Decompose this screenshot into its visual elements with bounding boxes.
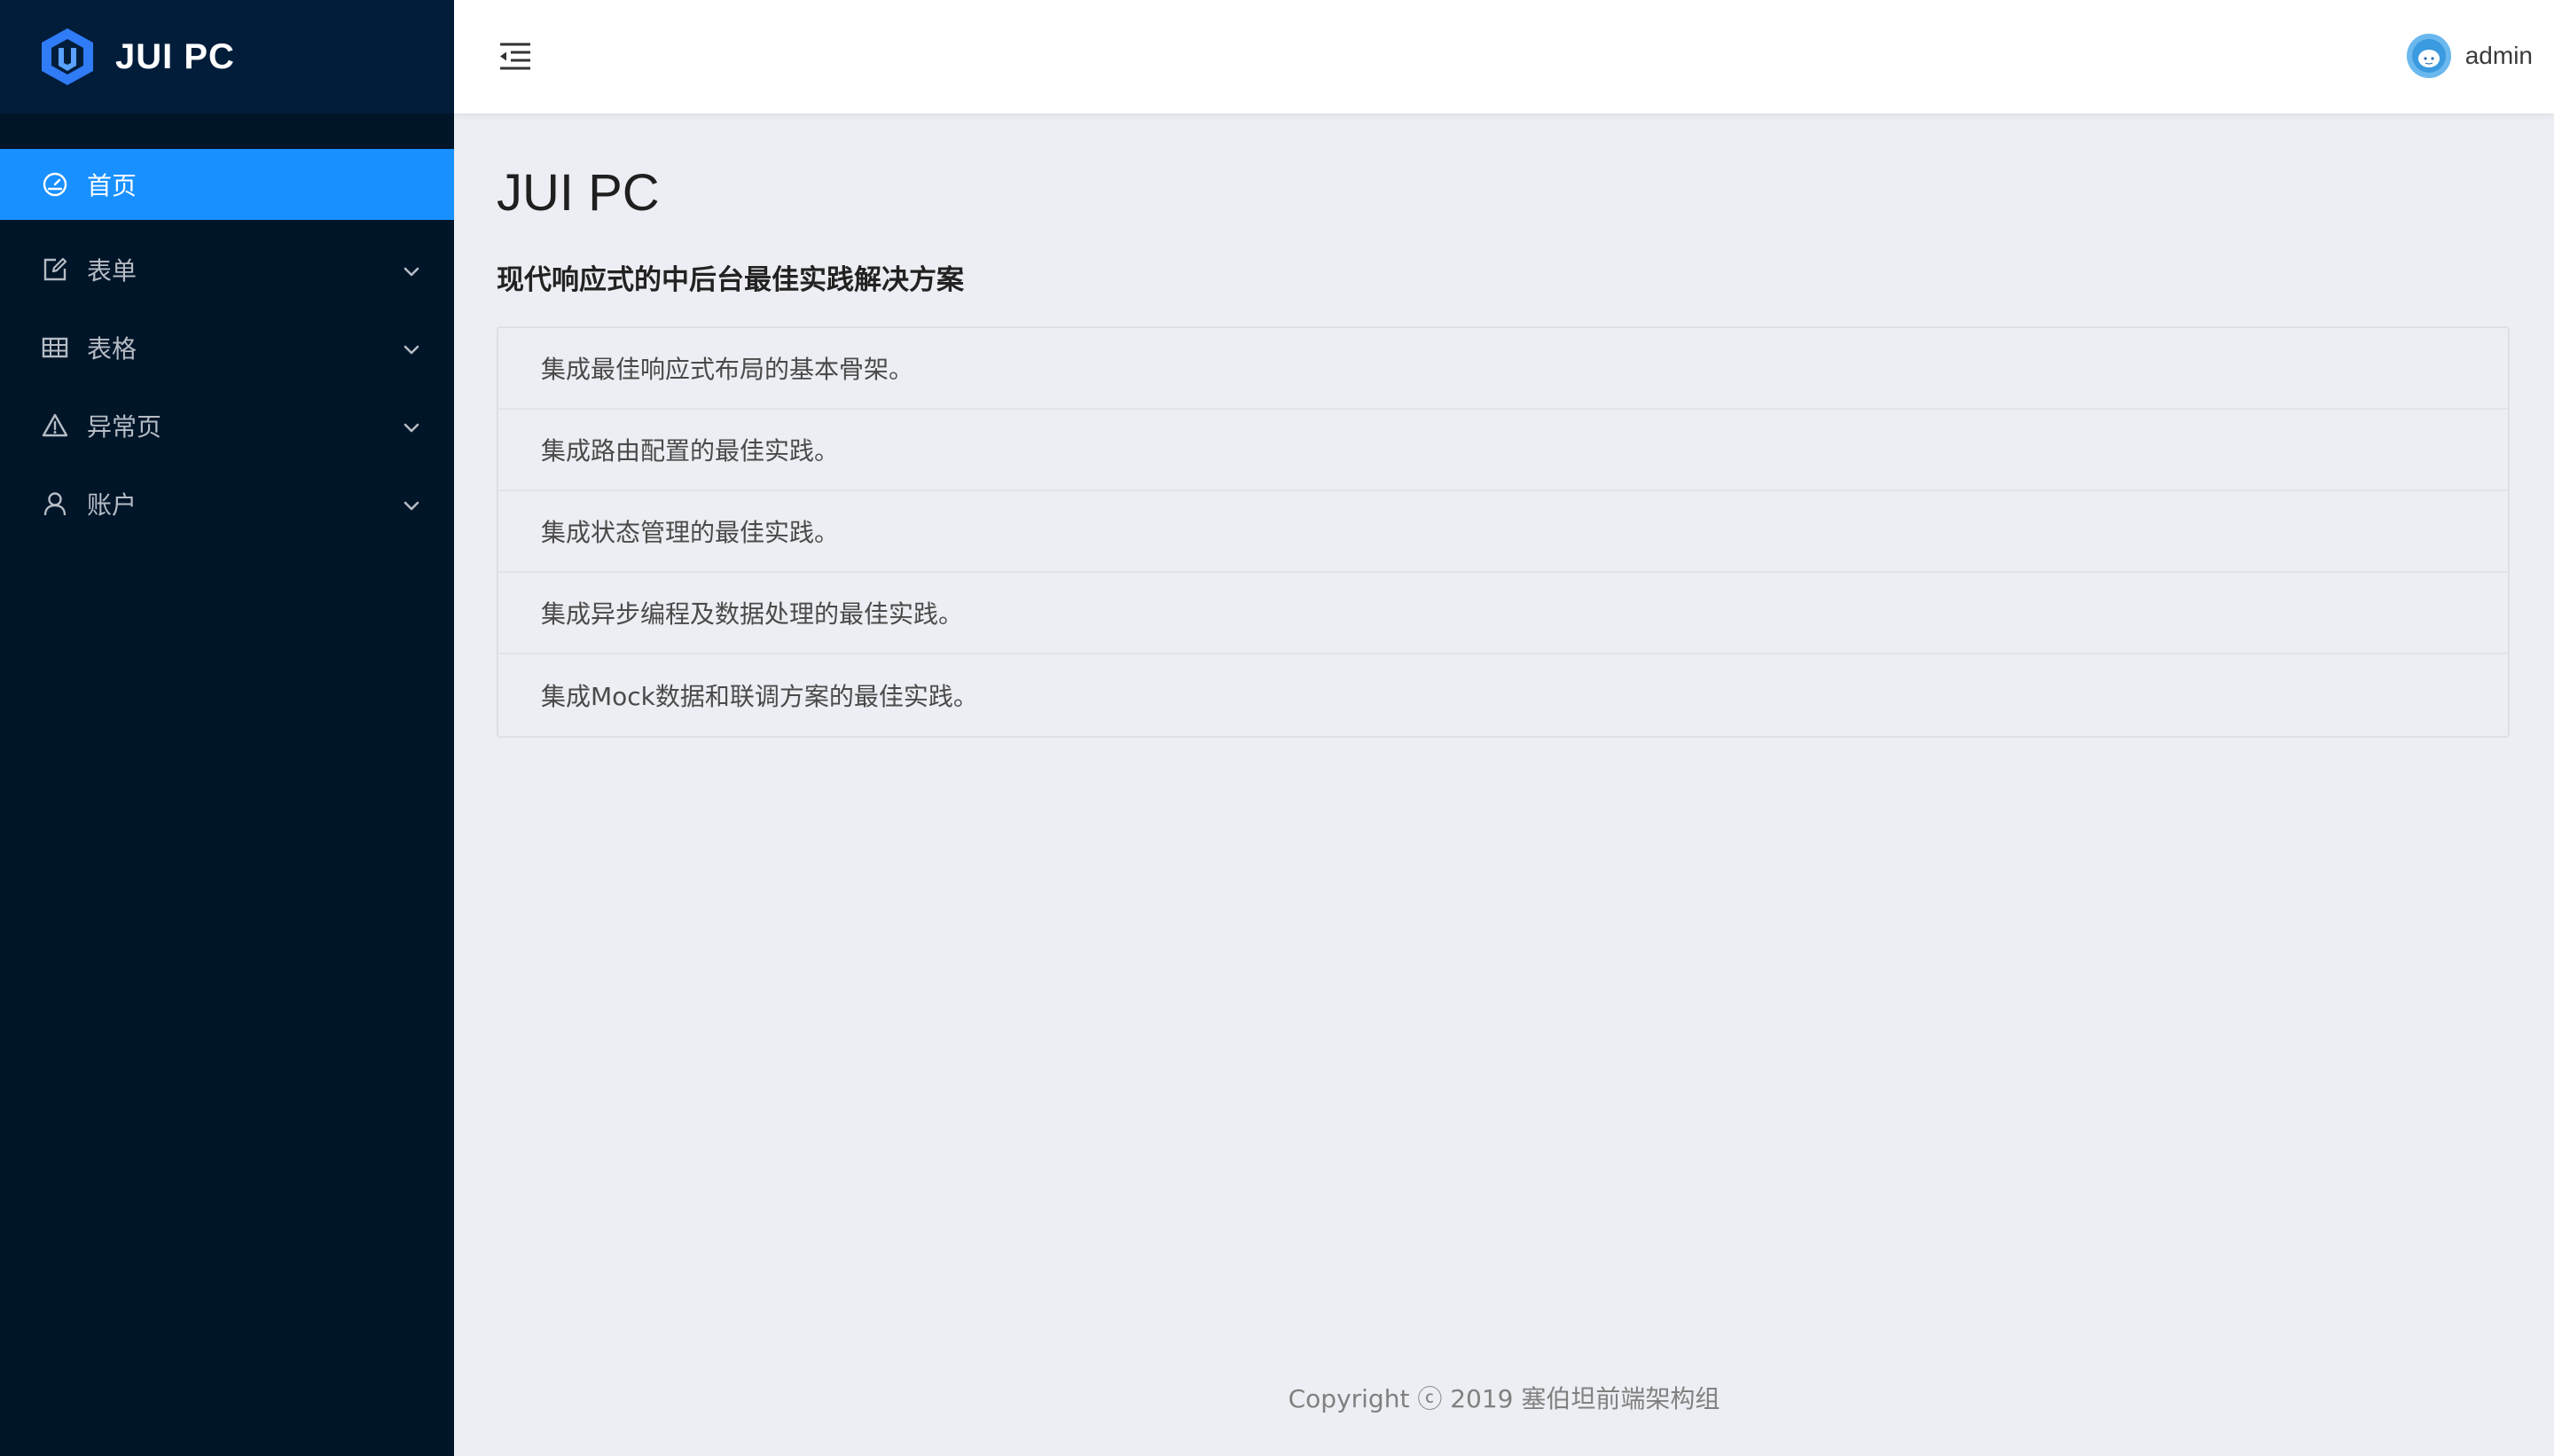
sidebar-item-label: 首页 [87,171,137,200]
sidebar-menu: 首页 表单 表格 异常页 账户 [0,149,454,539]
list-item: 集成状态管理的最佳实践。 [498,491,2508,573]
chevron-down-icon [401,259,422,280]
sidebar-item-label: 账户 [87,490,137,520]
sidebar-item-label: 异常页 [87,412,162,442]
sidebar-item-account[interactable]: 账户 [0,468,454,539]
warning-icon [41,411,69,440]
logo-icon [39,27,96,87]
user-icon [41,489,69,518]
sidebar-item-label: 表格 [87,334,137,364]
feature-list: 集成最佳响应式布局的基本骨架。 集成路由配置的最佳实践。 集成状态管理的最佳实践… [497,326,2510,738]
sidebar-item-label: 表单 [87,256,137,286]
sidebar: JUI PC 首页 表单 表格 异常页 账户 [0,0,454,1456]
sidebar-item-table[interactable]: 表格 [0,312,454,383]
footer-copyright: Copyright ⓒ 2019 塞伯坦前端架构组 [1288,1384,1720,1413]
list-item: 集成Mock数据和联调方案的最佳实践。 [541,682,978,711]
table-icon [41,333,69,362]
sidebar-item-exception[interactable]: 异常页 [0,390,454,461]
top-header: admin [454,0,2554,114]
user-menu[interactable]: admin [2406,34,2533,78]
list-item: 集成最佳响应式布局的基本骨架。 [498,328,2508,410]
list-item: 集成异步编程及数据处理的最佳实践。 [498,573,2508,654]
main-content: JUI PC 现代响应式的中后台最佳实践解决方案 集成最佳响应式布局的基本骨架。… [454,114,2554,1456]
chevron-down-icon [401,337,422,358]
chevron-down-icon [401,415,422,436]
username: admin [2464,42,2533,69]
page-subtitle: 现代响应式的中后台最佳实践解决方案 [497,264,964,296]
sidebar-item-form[interactable]: 表单 [0,234,454,305]
edit-form-icon [41,255,69,284]
chevron-down-icon [401,493,422,514]
menu-fold-icon[interactable] [497,39,534,74]
brand-name: JUI PC [115,36,235,76]
sidebar-item-home[interactable]: 首页 [0,149,454,220]
page-title: JUI PC [497,164,660,222]
avatar [2406,34,2451,78]
list-item: 集成路由配置的最佳实践。 [498,410,2508,491]
logo-bar[interactable]: JUI PC [0,0,454,114]
dashboard-icon [41,170,69,199]
